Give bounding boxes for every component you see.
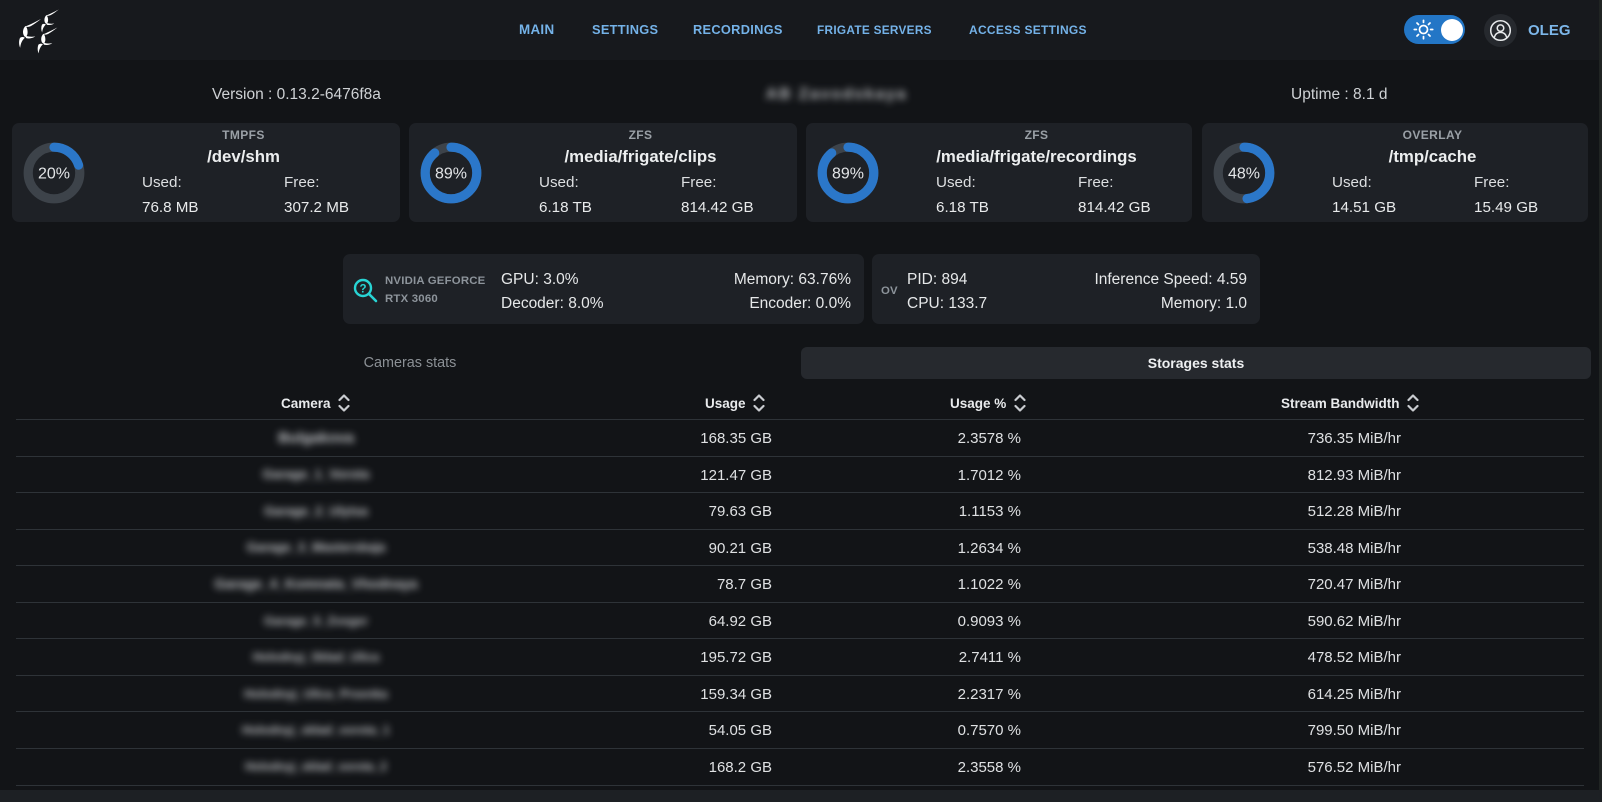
svg-text:48%: 48%: [1228, 166, 1260, 183]
svg-text:89%: 89%: [435, 166, 467, 183]
svg-text:?: ?: [359, 284, 366, 296]
svg-text:89%: 89%: [832, 166, 864, 183]
svg-text:20%: 20%: [38, 166, 70, 183]
